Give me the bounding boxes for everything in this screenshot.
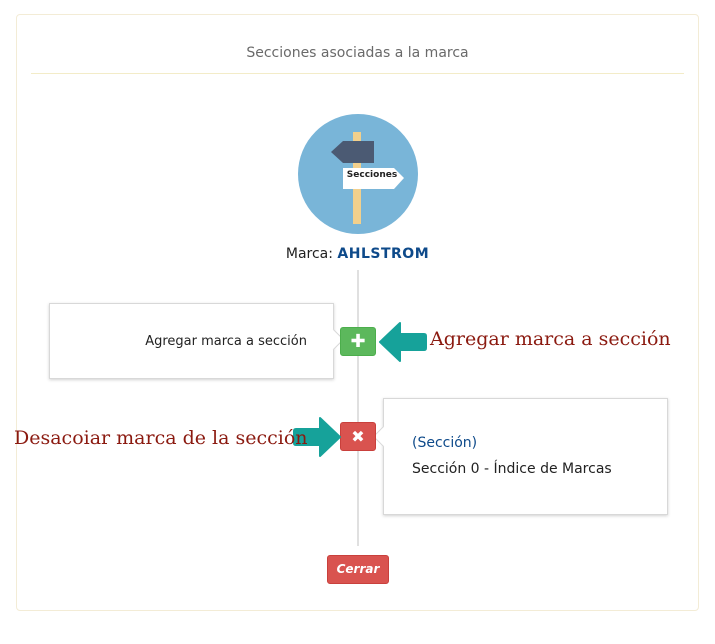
title-divider [31,73,684,74]
annotation-remove: Desacoiar marca de la sección [14,427,308,449]
dialog-title: Secciones asociadas a la marca [246,45,469,61]
add-section-button[interactable]: ✚ [340,327,376,356]
signpost-icon: Secciones [298,114,418,234]
brand-prefix: Marca: [285,246,333,262]
section-name: Sección 0 - Índice de Marcas [412,461,612,477]
section-card: (Sección) Sección 0 - Índice de Marcas [383,398,668,515]
brand-name: AHLSTROM [337,246,430,262]
plus-icon: ✚ [350,331,366,352]
timeline-line [357,270,359,546]
annotation-add: Agregar marca a sección [430,328,671,350]
emblem-label: Secciones [346,170,398,180]
section-link[interactable]: (Sección) [412,435,477,451]
add-card-text: Agregar marca a sección [145,334,307,349]
brand-line: Marca: AHLSTROM [0,246,715,262]
arrow-icon [379,322,427,362]
add-card: Agregar marca a sección [49,303,334,379]
x-icon: ✖ [351,427,365,446]
remove-section-button[interactable]: ✖ [340,422,376,451]
close-button[interactable]: Cerrar [327,555,389,584]
